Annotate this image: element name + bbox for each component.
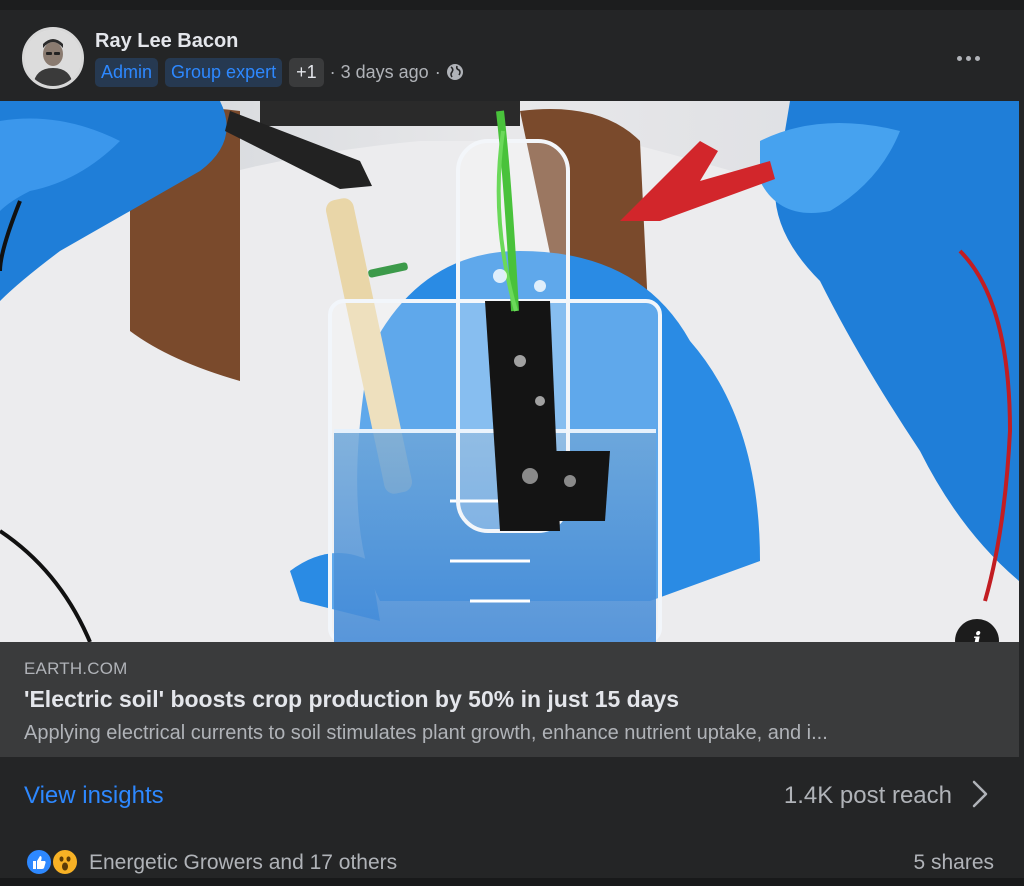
reactions-summary[interactable]: Energetic Growers and 17 others xyxy=(89,851,397,875)
insights-row: View insights 1.4K post reach xyxy=(0,758,1024,838)
globe-icon[interactable] xyxy=(446,63,464,81)
reactions-row: Energetic Growers and 17 others 5 shares xyxy=(0,840,1024,886)
badge-more[interactable]: +1 xyxy=(289,57,324,87)
like-reaction-icon xyxy=(25,848,53,876)
post-card: Ray Lee Bacon Admin Group expert +1 · 3 … xyxy=(0,0,1024,878)
avatar[interactable] xyxy=(22,27,84,89)
view-insights-link[interactable]: View insights xyxy=(24,782,164,810)
badge-admin[interactable]: Admin xyxy=(95,57,159,87)
link-preview-image[interactable] xyxy=(0,101,1019,642)
more-options-icon[interactable] xyxy=(948,38,988,78)
link-domain: EARTH.COM xyxy=(24,659,128,678)
link-description: Applying electrical currents to soil sti… xyxy=(24,722,828,744)
wow-reaction-icon xyxy=(51,848,79,876)
post-reach[interactable]: 1.4K post reach xyxy=(784,782,952,810)
shares-count[interactable]: 5 shares xyxy=(913,851,994,875)
reaction-icons[interactable] xyxy=(25,848,83,878)
author-name[interactable]: Ray Lee Bacon xyxy=(95,30,238,53)
post-meta: Admin Group expert +1 · 3 days ago · xyxy=(95,57,464,87)
badge-group-expert[interactable]: Group expert xyxy=(165,57,283,87)
link-headline[interactable]: 'Electric soil' boosts crop production b… xyxy=(24,686,679,713)
link-preview[interactable]: EARTH.COM 'Electric soil' boosts crop pr… xyxy=(0,642,1019,757)
separator-dot: · xyxy=(329,61,336,82)
post-header: Ray Lee Bacon Admin Group expert +1 · 3 … xyxy=(0,10,1024,102)
separator-dot-2: · xyxy=(434,61,441,82)
post-time[interactable]: 3 days ago xyxy=(341,62,429,83)
chevron-right-icon[interactable] xyxy=(968,778,992,810)
